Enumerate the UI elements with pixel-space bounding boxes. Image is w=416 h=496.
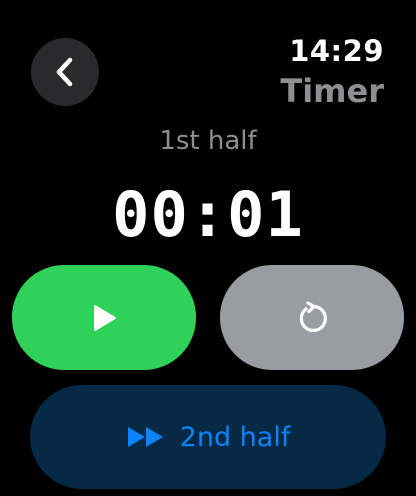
back-button[interactable] [31,38,99,106]
timer-display: 00:01 [112,178,304,251]
app-title: Timer [280,72,384,110]
play-icon [89,303,119,333]
fast-forward-icon [126,425,166,449]
play-button[interactable] [12,265,196,370]
next-half-button[interactable]: 2nd half [30,385,386,489]
chevron-left-icon [52,55,78,89]
period-label: 1st half [159,126,257,156]
next-half-label: 2nd half [179,421,291,453]
status-time: 14:29 [289,34,384,68]
reset-button[interactable] [220,265,404,370]
reset-icon [294,300,330,336]
